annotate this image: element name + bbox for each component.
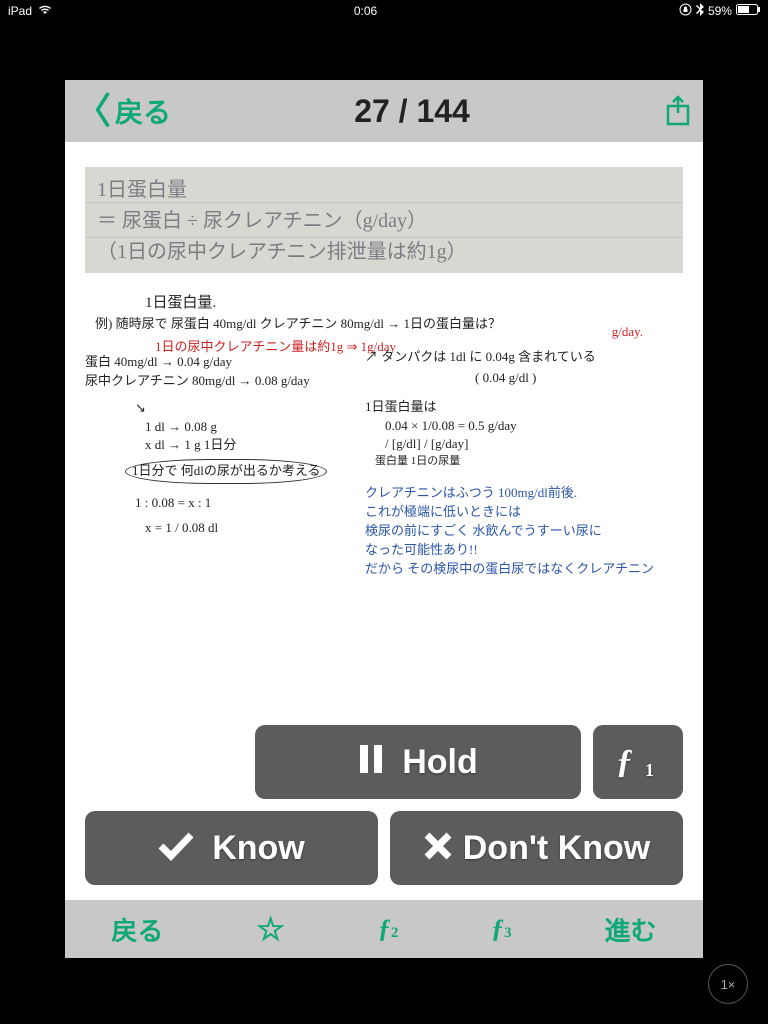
f3-button[interactable]: ƒ3 (491, 914, 512, 944)
pause-icon (358, 740, 384, 785)
example-label: 例) (95, 316, 112, 331)
right-1: 1日蛋白量は (365, 398, 665, 417)
dont-know-button[interactable]: Don't Know (390, 811, 683, 885)
blue-3: 検尿の前にすごく 水飲んでうすーい尿に (365, 522, 665, 541)
star-button[interactable]: ☆ (256, 910, 285, 948)
nav-forward[interactable]: 進む (605, 911, 657, 948)
bottom-toolbar: 戻る ☆ ƒ2 ƒ3 進む (65, 900, 703, 958)
right-2: 0.04 × 1/0.08 = 0.5 g/day (385, 417, 665, 436)
card-counter: 27 / 144 (171, 93, 653, 130)
hold-button[interactable]: Hold (255, 725, 581, 799)
wifi-icon (38, 4, 52, 18)
red-note-2: g/day. (612, 323, 643, 342)
zoom-indicator[interactable]: 1× (708, 964, 748, 1004)
app-header: 〈 戻る 27 / 144 (65, 80, 703, 142)
clock: 0:06 (354, 4, 377, 18)
right-4: 蛋白量 1日の尿量 (375, 454, 665, 470)
status-bar: iPad 0:06 59% (0, 0, 768, 22)
f1-sub: 1 (645, 760, 654, 781)
right-3: / [g/dl] / [g/day] (385, 435, 665, 454)
back-label: 戻る (115, 91, 171, 131)
chevron-left-icon: 〈 (75, 93, 111, 129)
f2-button[interactable]: ƒ2 (378, 914, 399, 944)
know-button[interactable]: Know (85, 811, 378, 885)
blue-4: なった可能性あり!! (365, 541, 665, 560)
flashcard-content[interactable]: 1日蛋白量 ＝ 尿蛋白 ÷ 尿クレアチニン（g/day） （1日の尿中クレアチニ… (65, 142, 703, 715)
q-line3: （1日の尿中クレアチニン排泄量は約1g） (97, 237, 671, 268)
right-0b: ( 0.04 g/dl ) (475, 369, 665, 388)
device-label: iPad (8, 4, 32, 18)
answer-notes: 1日蛋白量. 例) 随時尿で 尿蛋白 40mg/dl クレアチニン 80mg/d… (85, 293, 683, 623)
bluetooth-icon (696, 3, 704, 19)
hold-label: Hold (402, 743, 478, 782)
right-0: タンパクは 1dl に 0.04g 含まれている (381, 349, 595, 364)
x-icon (423, 826, 453, 871)
dont-know-label: Don't Know (463, 829, 650, 868)
app-window: 〈 戻る 27 / 144 1日蛋白量 ＝ 尿蛋白 ÷ 尿クレアチニン（g/da… (65, 80, 703, 958)
check-icon (158, 826, 194, 871)
example-text: 随時尿で 尿蛋白 40mg/dl クレアチニン 80mg/dl → 1日の蛋白量… (116, 316, 501, 331)
left-4: x dl → 1 g 1日分 (145, 436, 345, 455)
note-title: 1日蛋白量. (145, 293, 683, 315)
action-buttons: Hold ƒ1 Know Don't Know (65, 715, 703, 900)
left-5: 1日分で 何dlの尿が出るか考える (125, 459, 327, 484)
know-label: Know (212, 829, 305, 868)
back-button[interactable]: 〈 戻る (65, 91, 171, 131)
battery-icon (736, 4, 760, 18)
blue-5: だから その検尿中の蛋白尿ではなくクレアチニン (365, 560, 665, 579)
share-button[interactable] (653, 95, 703, 127)
blue-2: これが極端に低いときには (365, 503, 665, 522)
share-icon (665, 95, 691, 127)
nav-back[interactable]: 戻る (111, 911, 163, 948)
orientation-lock-icon (679, 3, 692, 19)
left-3: 1 dl → 0.08 g (145, 418, 345, 437)
q-line2: ＝ 尿蛋白 ÷ 尿クレアチニン（g/day） (97, 206, 671, 237)
left-1: 蛋白 40mg/dl → 0.04 g/day (85, 353, 345, 372)
blue-1: クレアチニンはふつう 100mg/dl前後. (365, 484, 665, 503)
left-7: x = 1 / 0.08 dl (145, 519, 345, 538)
left-2: 尿中クレアチニン 80mg/dl → 0.08 g/day (85, 372, 345, 391)
question-strip: 1日蛋白量 ＝ 尿蛋白 ÷ 尿クレアチニン（g/day） （1日の尿中クレアチニ… (85, 167, 683, 273)
f1-label: ƒ (616, 743, 633, 781)
left-6: 1 : 0.08 = x : 1 (135, 494, 345, 513)
battery-percent: 59% (708, 4, 732, 18)
f1-button[interactable]: ƒ1 (593, 725, 683, 799)
